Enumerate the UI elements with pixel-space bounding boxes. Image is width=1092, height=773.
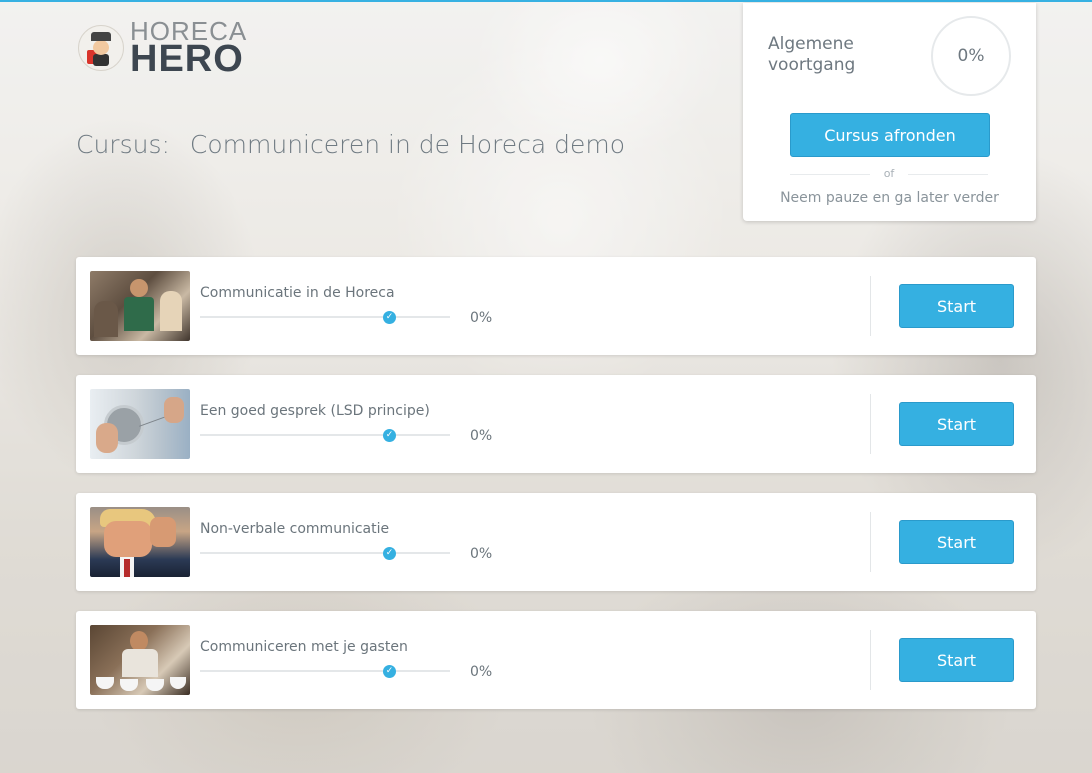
lesson-title: Non-verbale communicatie	[200, 521, 390, 537]
check-icon: ✓	[383, 311, 396, 324]
top-accent-line	[0, 0, 1092, 2]
overall-progress-circle: 0%	[931, 16, 1011, 96]
lesson-thumbnail-man-hand-on-head	[90, 507, 190, 577]
start-lesson-button[interactable]: Start	[899, 638, 1014, 682]
lesson-title: Communicatie in de Horeca	[200, 285, 395, 301]
lesson-title: Communiceren met je gasten	[200, 639, 408, 655]
start-lesson-button[interactable]: Start	[899, 284, 1014, 328]
check-icon: ✓	[383, 429, 396, 442]
lesson-card: Een goed gesprek (LSD principe) ✓ 0% Sta…	[76, 375, 1036, 473]
check-icon: ✓	[383, 547, 396, 560]
or-separator: of	[790, 167, 988, 181]
lesson-progress-value: 0%	[470, 310, 493, 326]
finish-course-button[interactable]: Cursus afronden	[790, 113, 990, 157]
course-prefix: Cursus:	[76, 130, 170, 159]
logo-text-bottom: HERO	[130, 38, 244, 80]
divider	[870, 512, 871, 572]
lesson-thumbnail-barista	[90, 625, 190, 695]
lesson-progress-track	[200, 552, 450, 554]
start-lesson-button[interactable]: Start	[899, 402, 1014, 446]
overall-progress-label: Algemene voortgang	[768, 34, 856, 75]
divider	[870, 276, 871, 336]
check-icon: ✓	[383, 665, 396, 678]
chef-mascot-icon	[78, 25, 124, 71]
lesson-title: Een goed gesprek (LSD principe)	[200, 403, 430, 419]
lesson-thumbnail-tin-can-phone	[90, 389, 190, 459]
divider	[870, 630, 871, 690]
start-lesson-button[interactable]: Start	[899, 520, 1014, 564]
lesson-progress-value: 0%	[470, 428, 493, 444]
overall-progress-card: Algemene voortgang 0% Cursus afronden of…	[743, 3, 1036, 221]
pause-link[interactable]: Neem pauze en ga later verder	[743, 190, 1036, 206]
lesson-progress-value: 0%	[470, 546, 493, 562]
lesson-card: Non-verbale communicatie ✓ 0% Start	[76, 493, 1036, 591]
lesson-card: Communiceren met je gasten ✓ 0% Start	[76, 611, 1036, 709]
course-title: Cursus: Communiceren in de Horeca demo	[76, 130, 625, 159]
lesson-progress-track	[200, 316, 450, 318]
horeca-hero-logo[interactable]: HORECA HERO	[78, 18, 247, 78]
course-name: Communiceren in de Horeca demo	[189, 130, 626, 159]
divider	[870, 394, 871, 454]
logo-wordmark: HORECA HERO	[130, 18, 247, 78]
lesson-card: Communicatie in de Horeca ✓ 0% Start	[76, 257, 1036, 355]
lesson-progress-track	[200, 434, 450, 436]
separator-line-right	[908, 174, 988, 175]
lesson-thumbnail-waitress	[90, 271, 190, 341]
lesson-progress-value: 0%	[470, 664, 493, 680]
lesson-progress-track	[200, 670, 450, 672]
